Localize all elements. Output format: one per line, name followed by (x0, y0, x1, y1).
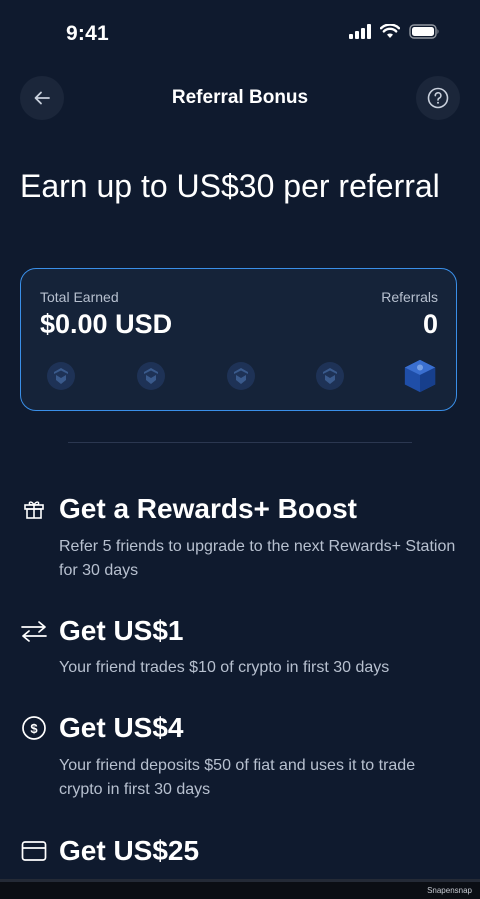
benefit-title: Get US$25 (59, 835, 200, 866)
benefit-title: Get US$1 (59, 615, 184, 646)
total-earned-value: $0.00 USD (40, 309, 173, 339)
page-title: Referral Bonus (171, 87, 309, 108)
referrals-label: Referrals (381, 289, 438, 305)
battery-icon (409, 24, 439, 39)
status-time: 9:41 (66, 22, 109, 45)
bottom-bar: Snapensnap (0, 879, 480, 899)
crypto-token-icon (312, 358, 348, 394)
earnings-summary-card: Total Earned $0.00 USD Referrals 0 (20, 268, 457, 411)
benefit-title: Get a Rewards+ Boost (59, 493, 357, 524)
benefit-description: Your friend trades $10 of crypto in firs… (59, 659, 390, 676)
status-icons (349, 24, 440, 39)
total-earned-label: Total Earned (40, 289, 119, 305)
crypto-token-icon (223, 358, 259, 394)
referral-progress-track (43, 357, 438, 395)
crypto-token-icon (133, 358, 169, 394)
svg-text:$: $ (30, 721, 38, 736)
help-button[interactable] (416, 76, 460, 120)
section-divider (68, 442, 412, 443)
reward-cube-icon (402, 358, 438, 394)
headline: Earn up to US$30 per referral (20, 168, 440, 204)
top-nav: Referral Bonus (0, 76, 480, 122)
benefit-description: Your friend deposits $50 of fiat and use… (59, 757, 416, 798)
exchange-arrows-icon (20, 617, 48, 645)
watermark: Snapensnap (427, 886, 472, 895)
gift-icon (20, 495, 48, 523)
benefit-title: Get US$4 (59, 712, 184, 743)
status-bar: 9:41 (0, 0, 480, 72)
benefit-description: Refer 5 friends to upgrade to the next R… (59, 538, 456, 579)
referrals-count: 0 (422, 309, 438, 339)
card-icon (20, 837, 48, 865)
crypto-token-icon (43, 358, 79, 394)
wifi-icon (380, 24, 400, 38)
cellular-signal-icon (349, 24, 371, 39)
dollar-circle-icon: $ (20, 714, 48, 742)
question-circle-icon (427, 87, 449, 109)
